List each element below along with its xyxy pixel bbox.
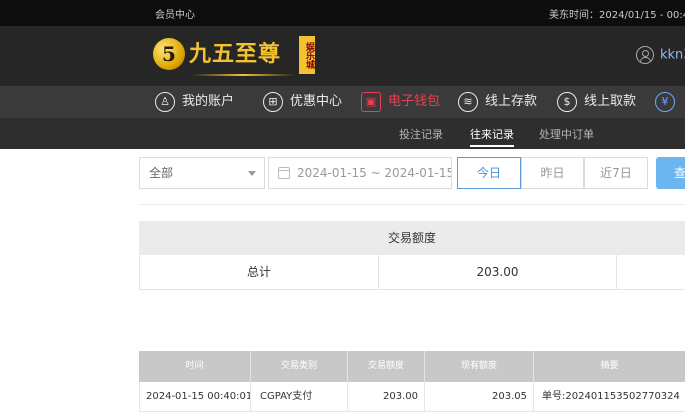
col-type: 交易类别 [251,351,348,382]
user-avatar-icon [636,46,654,64]
logo-badge: 娱乐城 [299,36,315,74]
nav-online-deposit[interactable]: ≋ 线上存款 [458,90,537,114]
wallet-icon: ▣ [361,91,381,112]
nav-e-wallet[interactable]: ▣ 电子钱包 [361,90,440,114]
calendar-icon [278,167,290,179]
cell-type: CGPAY支付 [251,382,348,412]
nav-label: 优惠中心 [290,94,343,109]
user-menu[interactable]: kkn3 [636,46,685,66]
col-amount: 交易额度 [348,351,425,382]
yesterday-button[interactable]: 昨日 [521,157,584,189]
type-select-value: 全部 [149,166,174,180]
summary-row: 总计 203.00 [139,255,685,290]
site-logo[interactable]: 5 九五至尊 娱乐城 [153,34,323,80]
nav-label: 线上取款 [584,94,637,109]
type-select[interactable]: 全部 [139,157,265,189]
tab-pending-orders[interactable]: 处理中订单 [539,126,594,142]
eastern-time: 美东时间：2024/01/15 - 00:40 [549,10,685,21]
site-header: 5 九五至尊 娱乐城 kkn3 [0,26,685,86]
chevron-down-icon [248,171,256,176]
summary-table: 交易额度 总计 203.00 [139,221,685,290]
nav-promotions[interactable]: ⊞ 优惠中心 [263,90,342,114]
table-row: 2024-01-15 00:40:01 CGPAY支付 203.00 203.0… [139,382,685,412]
cell-time: 2024-01-15 00:40:01 [139,382,251,412]
date-range-value: 2024-01-15 ~ 2024-01-15 [297,166,452,180]
logo-name: 九五至尊 [189,41,282,67]
nav-online-withdraw[interactable]: $ 线上取款 [557,90,636,114]
nav-my-account[interactable]: ♙ 我的账户 [155,90,234,114]
nav-label: 我的账户 [182,94,235,109]
logo-coin-icon: 5 [153,38,185,70]
cell-memo: 单号:202401153502770324 [542,391,680,402]
member-center-link[interactable]: 会员中心 [155,6,195,21]
gift-icon: ⊞ [263,91,283,112]
withdraw-icon: $ [557,91,577,112]
transactions-table: 时间 交易类别 交易额度 现有额度 摘要 2024-01-15 00:40:01… [139,351,685,412]
last-7-days-button[interactable]: 近7日 [584,157,648,189]
main-nav: ♙ 我的账户 ⊞ 优惠中心 ▣ 电子钱包 ≋ 线上存款 $ 线上取款 ¥ [0,86,685,118]
col-time: 时间 [139,351,251,382]
logo-underline [191,74,295,76]
user-icon: ♙ [155,91,175,112]
summary-amount: 203.00 [379,255,617,290]
username: kkn3 [660,47,685,63]
cell-amount: 203.00 [348,382,425,412]
table-header: 时间 交易类别 交易额度 现有额度 摘要 [139,351,685,382]
sub-nav: 投注记录 往来记录 处理中订单 [0,118,685,149]
cell-balance: 203.05 [425,382,534,412]
date-range-input[interactable]: 2024-01-15 ~ 2024-01-15 [268,157,452,189]
nav-label: 线上存款 [485,94,538,109]
col-memo: 摘要 [600,361,619,371]
today-button[interactable]: 今日 [457,157,521,189]
tab-transactions[interactable]: 往来记录 [470,126,514,147]
divider [139,204,685,205]
more-icon: ¥ [655,91,675,112]
nav-more[interactable]: ¥ [655,90,682,114]
summary-header: 交易额度 [139,221,685,255]
deposit-icon: ≋ [458,91,478,112]
summary-label: 总计 [139,255,379,290]
col-balance: 现有额度 [425,351,534,382]
search-button[interactable]: 查 [656,157,685,189]
nav-label: 电子钱包 [388,94,441,109]
top-bar: 会员中心 美东时间：2024/01/15 - 00:40 [0,0,685,26]
tab-bet-records[interactable]: 投注记录 [399,126,443,142]
